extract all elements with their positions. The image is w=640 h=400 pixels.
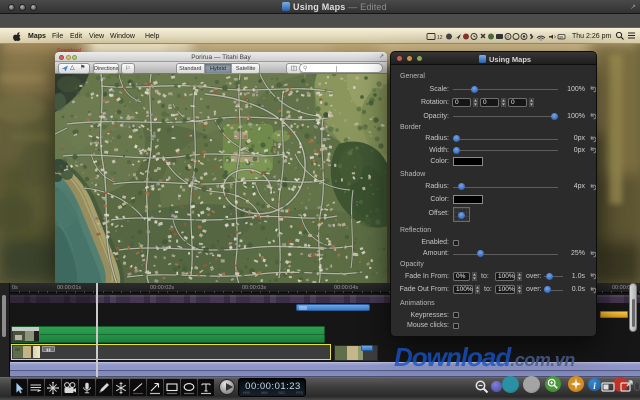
svg-text:P: P: [506, 34, 509, 39]
svg-text:30: 30: [559, 35, 563, 39]
svg-text:12: 12: [437, 35, 443, 41]
